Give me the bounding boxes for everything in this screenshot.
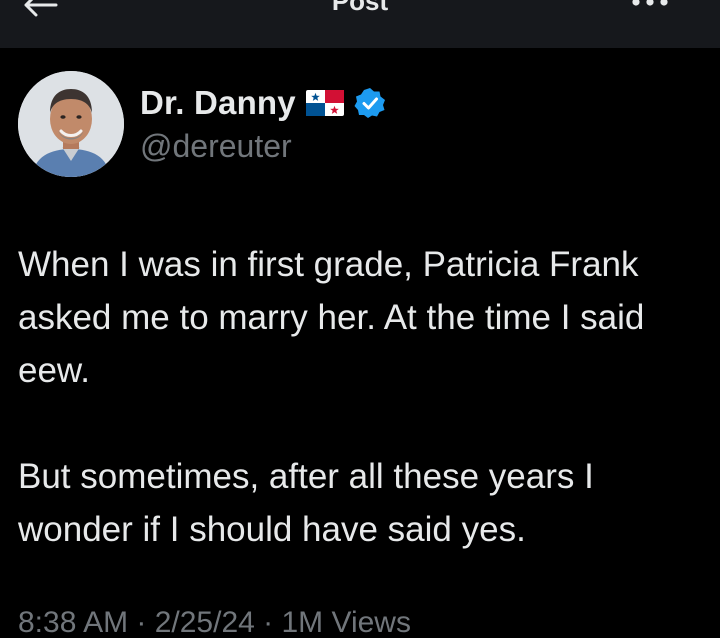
- timestamp-views[interactable]: 8:38 AM · 2/25/24 · 1M Views: [18, 608, 458, 638]
- tweet-paragraph: When I was in first grade, Patricia Fran…: [18, 245, 645, 390]
- author-name-row: Dr. Danny: [140, 83, 386, 123]
- author-name[interactable]: Dr. Danny: [140, 84, 296, 122]
- tweet-paragraph: But sometimes, after all these years I w…: [18, 457, 594, 549]
- top-bar: Post: [0, 0, 720, 48]
- author-handle[interactable]: @dereuter: [140, 128, 292, 165]
- verified-badge-icon: [354, 88, 385, 118]
- more-horizontal-icon: [632, 0, 668, 6]
- more-options-button[interactable]: [630, 0, 670, 10]
- tweet-text: When I was in first grade, Patricia Fran…: [18, 238, 708, 556]
- page-title: Post: [331, 0, 389, 16]
- avatar[interactable]: [18, 71, 124, 177]
- avatar-portrait-image: [18, 71, 124, 177]
- panama-flag-icon: [305, 90, 344, 116]
- tweet-meta: 8:38 AM · 2/25/24 · 1M Views: [18, 608, 458, 638]
